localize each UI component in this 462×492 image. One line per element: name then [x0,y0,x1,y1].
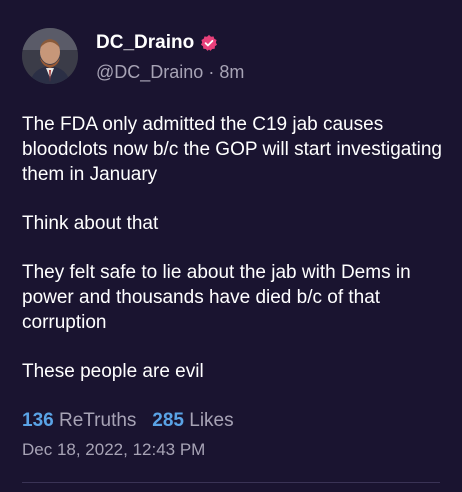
likes-label: Likes [189,410,234,431]
author-name-row: DC_Draino [96,32,218,54]
verified-badge-icon [201,34,218,51]
handle-separator: · [208,62,215,82]
post-paragraph: These people are evil [22,361,204,382]
post-time-ago[interactable]: 8m [219,62,244,82]
author-handle[interactable]: @DC_Draino [96,62,203,82]
divider [22,482,440,483]
post-timestamp: Dec 18, 2022, 12:43 PM [22,440,206,459]
post-card: DC_Draino @DC_Draino · 8m The FDA only a… [0,0,462,492]
retruths-count: 136 [22,410,54,431]
post-body: The FDA only admitted the C19 jab causes… [22,112,442,408]
likes-stat[interactable]: 285 Likes [152,410,233,431]
retruths-stat[interactable]: 136 ReTruths [22,410,142,431]
avatar[interactable] [22,28,78,84]
avatar-image [22,28,78,84]
post-stats: 136 ReTruths 285 Likes [22,410,234,432]
likes-count: 285 [152,410,184,431]
retruths-label: ReTruths [58,410,137,431]
post-paragraph: The FDA only admitted the C19 jab causes… [22,114,442,185]
post-paragraph: Think about that [22,213,159,234]
post-paragraph: They felt safe to lie about the jab with… [22,262,411,333]
author-handle-row: @DC_Draino · 8m [96,62,244,83]
author-display-name[interactable]: DC_Draino [96,32,194,54]
